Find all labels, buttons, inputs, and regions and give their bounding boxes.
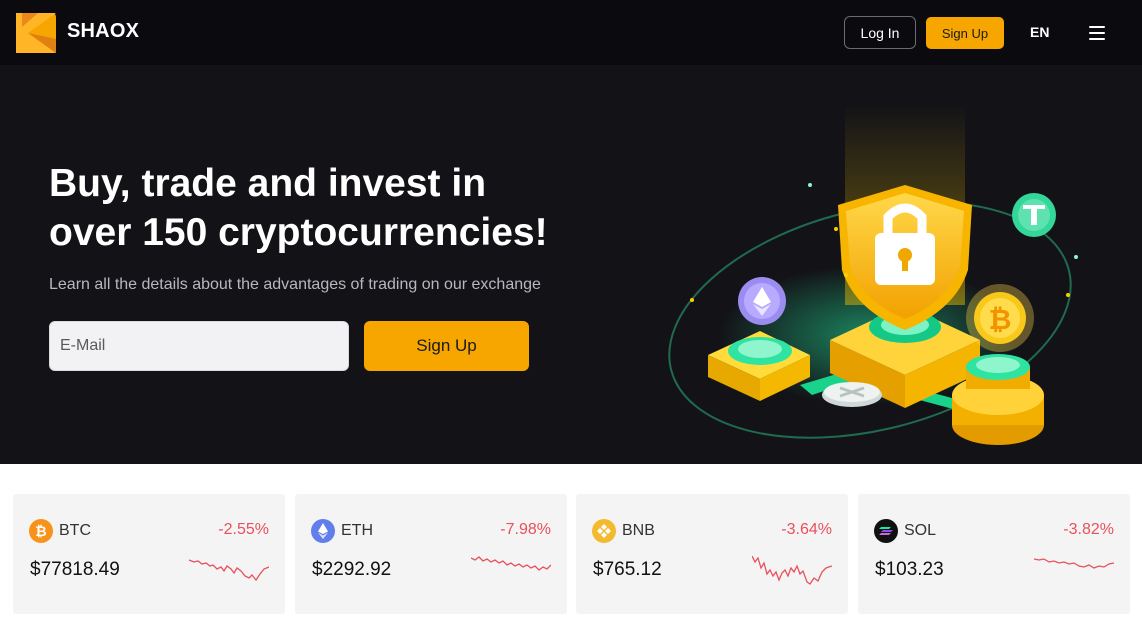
- ticker-sparkline: [471, 556, 551, 571]
- header-signup-button[interactable]: Sign Up: [926, 17, 1004, 49]
- ticker-symbol: BNB: [622, 522, 655, 539]
- hero-headline: Buy, trade and invest in over 150 crypto…: [49, 159, 649, 257]
- ticker-price: $103.23: [875, 559, 944, 580]
- login-button[interactable]: Log In: [844, 16, 916, 49]
- ticker-card-sol[interactable]: SOL -3.82% $103.23: [858, 494, 1130, 614]
- hamburger-menu-icon[interactable]: [1089, 26, 1105, 40]
- sol-icon: [874, 519, 898, 543]
- bnb-icon: [592, 519, 616, 543]
- ticker-card-bnb[interactable]: BNB -3.64% $765.12: [576, 494, 848, 614]
- ticker-change: -3.64%: [781, 521, 832, 538]
- btc-icon: ₿: [29, 519, 53, 543]
- ticker-card-eth[interactable]: ETH -7.98% $2292.92: [295, 494, 567, 614]
- ticker-sparkline: [752, 555, 832, 585]
- top-navigation-bar: SHAOX Log In Sign Up EN: [0, 0, 1142, 65]
- ticker-price: $765.12: [593, 559, 662, 580]
- crypto-security-illustration: ₿: [668, 105, 1078, 445]
- ticker-price: $77818.49: [30, 559, 120, 580]
- ticker-change: -7.98%: [500, 521, 551, 538]
- eth-icon: [311, 519, 335, 543]
- market-tickers: ₿ BTC -2.55% $77818.49 ETH -7.98% $2292.…: [0, 464, 1142, 630]
- ticker-symbol: SOL: [904, 522, 937, 539]
- ticker-symbol: BTC: [59, 522, 91, 539]
- ticker-card-btc[interactable]: ₿ BTC -2.55% $77818.49: [13, 494, 285, 614]
- hero-signup-button[interactable]: Sign Up: [364, 321, 529, 371]
- brand-name[interactable]: SHAOX: [67, 20, 139, 43]
- ticker-sparkline: [1034, 558, 1114, 569]
- ticker-change: -3.82%: [1063, 521, 1114, 538]
- ticker-sparkline: [189, 559, 269, 582]
- language-selector[interactable]: EN: [1030, 24, 1049, 40]
- shaox-logo-icon[interactable]: [16, 13, 56, 53]
- svg-text:₿: ₿: [35, 524, 46, 540]
- svg-text:₿: ₿: [989, 303, 1012, 336]
- hero-section: Buy, trade and invest in over 150 crypto…: [0, 65, 1142, 464]
- headline-line-2: over 150 cryptocurrencies!: [49, 211, 548, 254]
- hero-subtitle: Learn all the details about the advantag…: [49, 276, 541, 293]
- email-input[interactable]: [49, 321, 349, 371]
- ticker-price: $2292.92: [312, 559, 392, 580]
- ticker-change: -2.55%: [218, 521, 269, 538]
- headline-line-1: Buy, trade and invest in: [49, 162, 487, 205]
- ticker-symbol: ETH: [341, 522, 373, 539]
